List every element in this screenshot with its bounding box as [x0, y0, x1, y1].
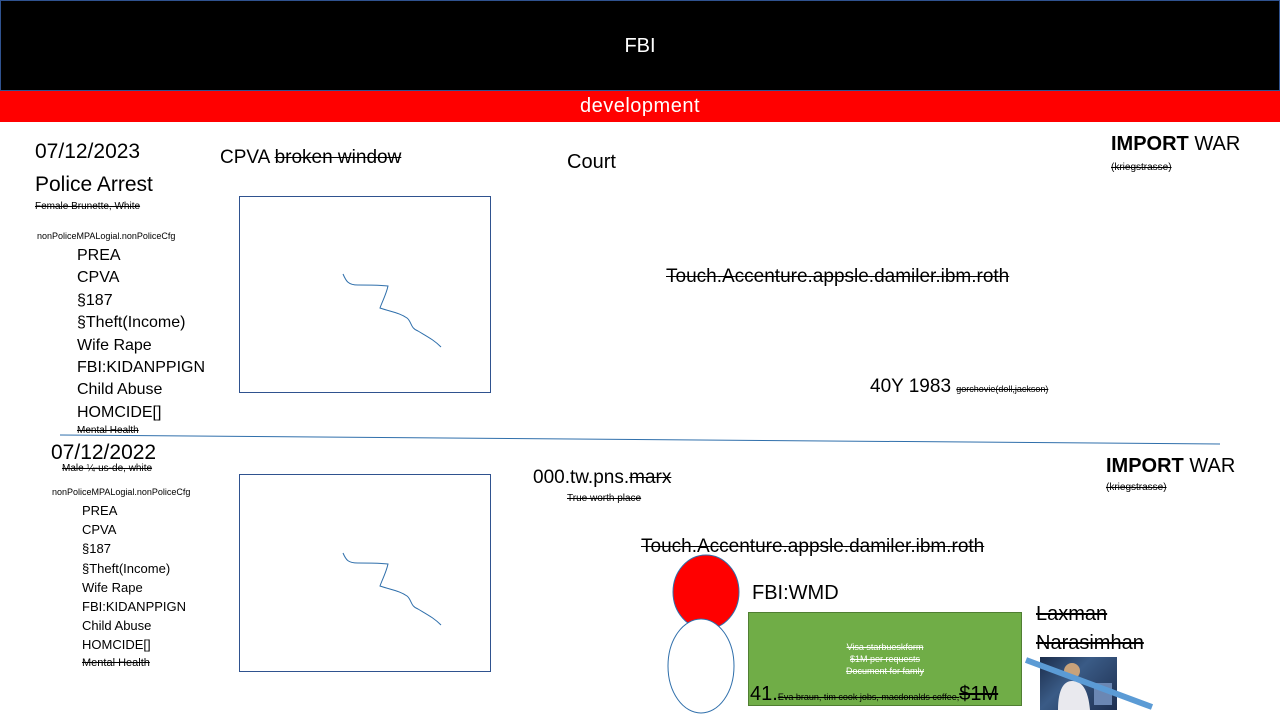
bottom-footer-item: Mental Health: [82, 657, 150, 669]
list-item: Child Abuse: [82, 618, 152, 634]
green-lines: Visa starbueskform $1M per requests Docu…: [749, 641, 1021, 677]
green-line: Document for famly: [845, 666, 925, 676]
person-line1: Laxman: [1036, 603, 1108, 625]
tw-note: True worth place: [567, 493, 642, 504]
list-item: §Theft(Income): [82, 560, 171, 576]
bottom-code: nonPoliceMPALogial.nonPoliceCfg: [52, 487, 191, 497]
green-line: $1M per requests: [849, 654, 921, 664]
payment-names: Eva braun, tim cook jobs, macdonalds cof…: [777, 692, 960, 702]
payment-line: 41.Eva braun, tim cook jobs, macdonalds …: [750, 683, 998, 706]
list-item: §187: [82, 541, 111, 557]
bottom-import-war: IMPORT WAR: [1106, 455, 1235, 478]
list-item: PREA: [82, 503, 118, 518]
bottom-item-list: PREA CPVA §187 §Theft(Income) Wife Rape …: [82, 501, 186, 655]
bottom-subject: Male ¼-us-de, white: [62, 463, 153, 474]
crack-line-icon: [342, 552, 442, 626]
list-item: CPVA: [82, 522, 117, 538]
green-line: Visa starbueskform: [846, 642, 924, 652]
payment-number: 41.: [750, 683, 778, 705]
tw-prefix: 000.tw.pns.: [533, 467, 630, 488]
list-item: HOMCIDE[]: [82, 637, 151, 653]
import-bold: IMPORT: [1106, 455, 1184, 477]
bottom-import-note: (kriegstrasse): [1106, 482, 1167, 493]
list-item: FBI:KIDANPPIGN: [82, 599, 187, 615]
bottom-crack-box: [239, 474, 491, 672]
bottom-date: 07/12/2022: [51, 441, 157, 464]
payment-amount: $1M: [959, 683, 999, 705]
wmd-label: FBI:WMD: [752, 582, 839, 604]
slash-line: [1024, 657, 1154, 710]
tw-strike: marx: [629, 467, 672, 488]
circles-shape: [667, 554, 740, 714]
person-line2: Narasimhan: [1036, 632, 1144, 654]
import-rest: WAR: [1183, 455, 1236, 477]
tw-line: 000.tw.pns.marx: [533, 467, 671, 489]
list-item: Wife Rape: [82, 579, 143, 595]
